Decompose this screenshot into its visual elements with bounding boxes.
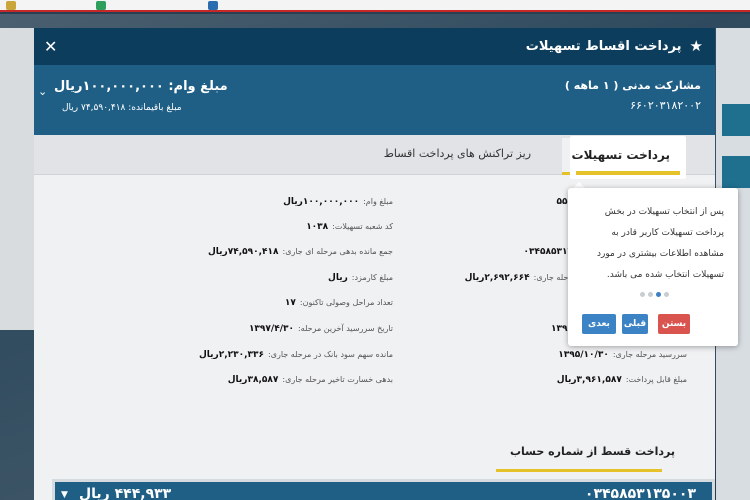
detail-row: تعداد مراحل وصولی تاکنون:۱۷ [284,298,393,308]
detail-row: جمع مانده بدهی مرحله ای جاری:۷۴,۵۹۰,۴۱۸ر… [207,247,393,257]
tour-text: پس از انتخاب تسهیلات در بخش پرداخت تسهیل… [597,207,724,280]
detail-row: مبلغ کارمزد:ریال [328,273,393,283]
tour-popover: پس از انتخاب تسهیلات در بخش پرداخت تسهیل… [568,188,738,346]
modal-title: ★ پرداخت اقساط تسهیلات [526,37,703,55]
background-sidebar-button [722,104,750,136]
modal-header: ★ پرداخت اقساط تسهیلات ✕ [34,28,715,65]
detail-row: تاریخ سررسید آخرین مرحله:۱۳۹۷/۴/۳۰ [248,324,393,334]
close-tour-button[interactable]: بستن [658,314,690,334]
tour-tab-label: پرداخت تسهیلات [571,148,670,162]
step-dot[interactable] [648,292,653,297]
tour-step-indicator [640,292,669,297]
chevron-down-icon[interactable]: ▼ [61,490,68,500]
section-underline [496,469,662,472]
background-icon [6,1,16,10]
modal-title-text: پرداخت اقساط تسهیلات [525,38,682,54]
detail-row: کد شعبه تسهیلات:۱۰۳۸ [306,222,393,232]
tab-underline [576,171,680,175]
step-dot[interactable] [640,292,645,297]
background-top-bar [0,0,750,12]
step-dot-active[interactable] [656,292,661,297]
account-amount: ۴۴۴,۹۳۳ ریال [79,486,172,500]
star-icon: ★ [689,37,703,55]
background-icon [96,1,106,10]
payment-section-title: پرداخت قسط از شماره حساب [509,445,675,458]
account-select[interactable]: ۰۳۴۵۸۵۳۱۳۵۰۰۳ ۴۴۴,۹۳۳ ریال ▼ [52,479,715,500]
chevron-down-icon[interactable]: ⌄ [38,85,47,98]
detail-row: سررسید مرحله جاری:۱۳۹۵/۱۰/۳۰ [558,350,687,360]
detail-row: مانده سهم سود بانک در مرحله جاری:۲,۲۳۰,۳… [198,350,393,360]
loan-name: مشارکت مدنی ( ۱ ماهه ) [564,79,701,92]
background-icon [208,1,218,10]
background-sidebar-button [722,156,750,188]
loan-summary[interactable]: مشارکت مدنی ( ۱ ماهه ) ۶۶۰۲۰۳۱۸۲۰۰۲ مبلغ… [34,65,715,135]
loan-amount: مبلغ وام: ۱۰۰,۰۰۰,۰۰۰ریال [54,79,228,94]
tour-highlighted-tab[interactable]: پرداخت تسهیلات [570,136,686,179]
detail-row: مبلغ وام:۱۰۰,۰۰۰,۰۰۰ریال [283,197,393,207]
background-card [0,28,34,330]
loan-number: ۶۶۰۲۰۳۱۸۲۰۰۲ [630,99,701,112]
loan-remaining: مبلغ باقیمانده: ۷۴,۵۹۰,۴۱۸ ریال [62,103,182,113]
close-icon[interactable]: ✕ [44,37,57,56]
detail-row: مبلغ قابل پرداخت:۳,۹۶۱,۵۸۷ریال [556,375,687,385]
detail-row: مرحله جاری:۲,۶۹۲,۶۶۴ریال [464,273,577,283]
previous-button[interactable]: قبلی [622,314,648,334]
account-number: ۰۳۴۵۸۵۳۱۳۵۰۰۳ [584,486,696,500]
step-dot[interactable] [664,292,669,297]
detail-row: بدهی خسارت تاخیر مرحله جاری:۳۸,۵۸۷ریال [227,375,393,385]
next-button[interactable]: بعدی [582,314,616,334]
tab-transactions[interactable]: ریز تراکنش های پرداخت اقساط [384,147,531,160]
